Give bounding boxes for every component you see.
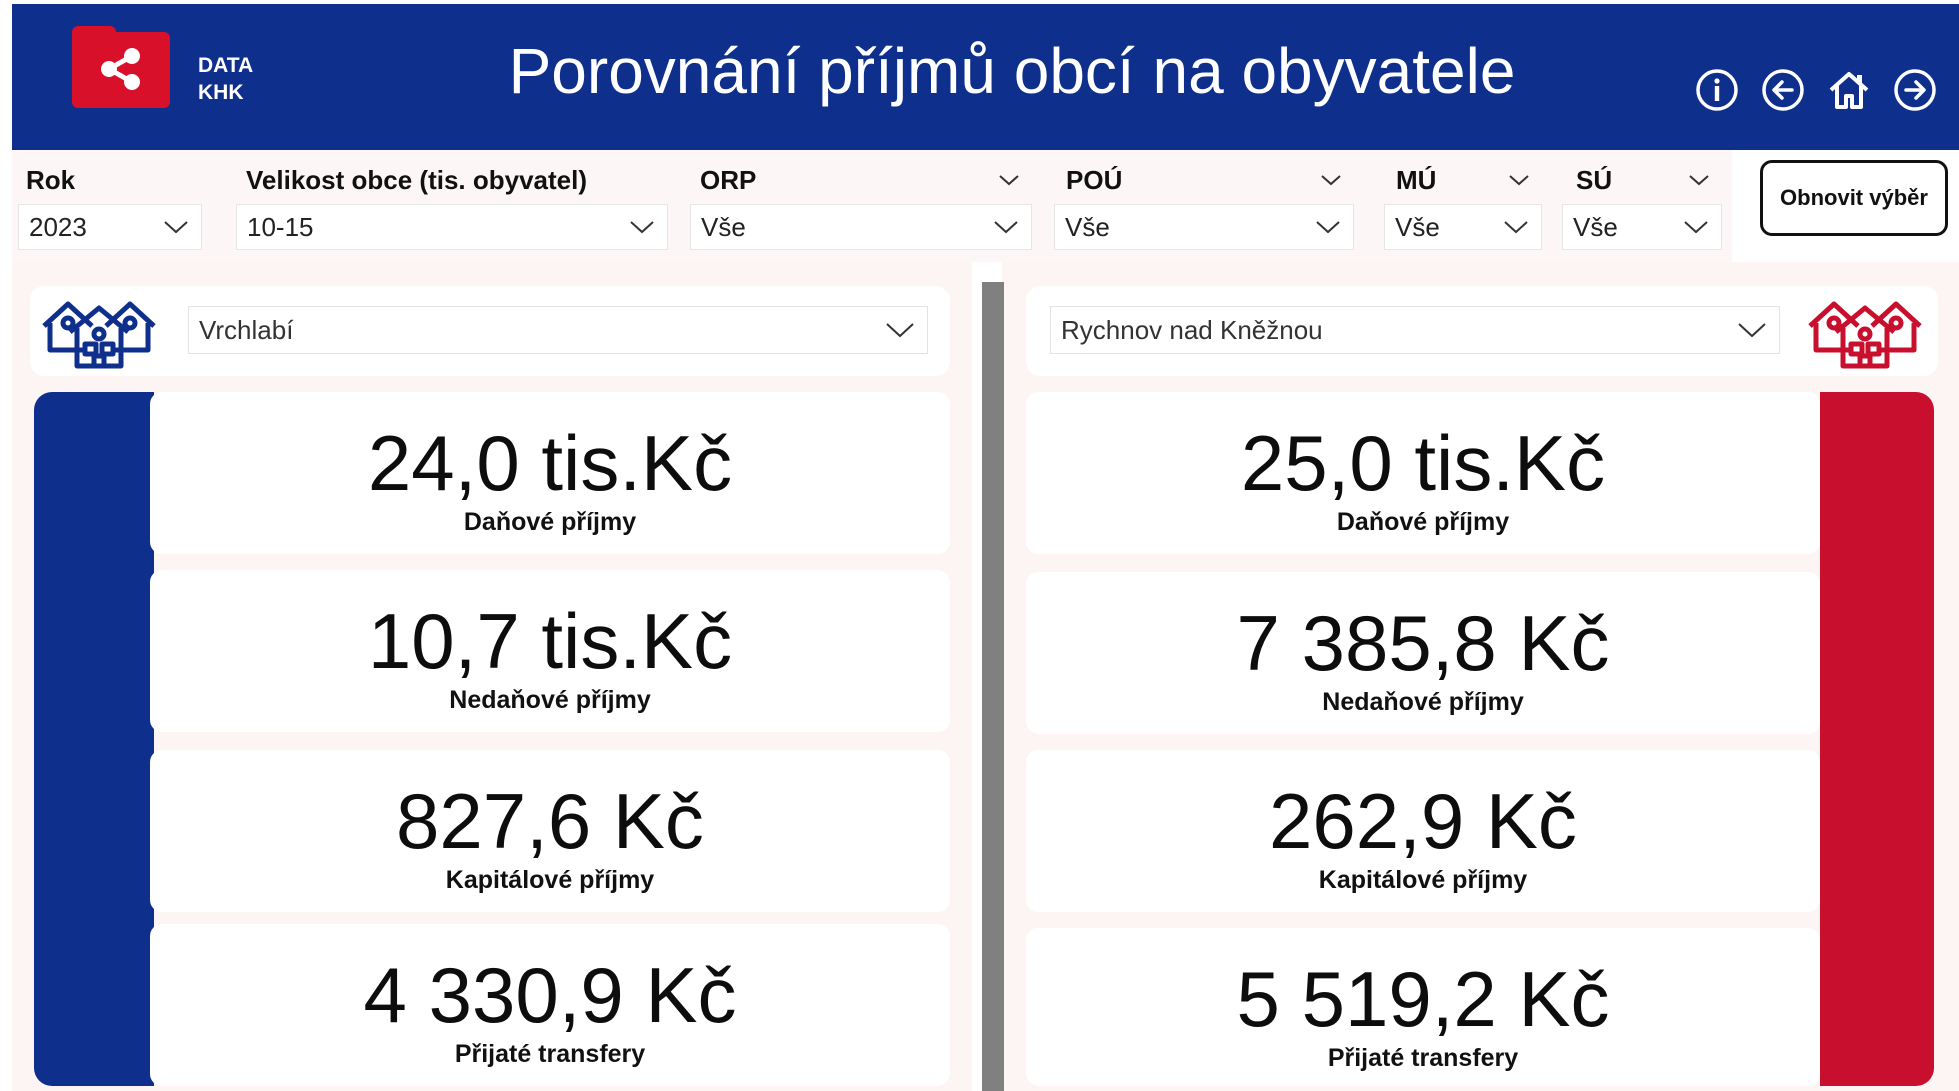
chevron-down-icon bbox=[999, 175, 1019, 186]
right-kpi-card: 7 385,8 Kč Nedaňové příjmy bbox=[1026, 572, 1820, 734]
filter-orp-label: ORP bbox=[700, 165, 757, 195]
filter-mu-label: MÚ bbox=[1396, 165, 1437, 195]
panel-divider bbox=[982, 282, 1004, 1091]
filter-su-header[interactable]: SÚ bbox=[1562, 162, 1722, 198]
chevron-down-icon bbox=[1689, 175, 1709, 186]
kpi-label: Přijaté transfery bbox=[1327, 1044, 1519, 1072]
logo-text-line1: DATA bbox=[198, 54, 254, 77]
houses-icon bbox=[42, 301, 156, 369]
right-kpi-card: 25,0 tis.Kč Daňové příjmy bbox=[1026, 392, 1820, 554]
left-accent-bar bbox=[34, 392, 154, 1086]
logo-text-line2: KHK bbox=[198, 81, 244, 104]
home-icon[interactable] bbox=[1825, 66, 1873, 114]
filter-orp-header[interactable]: ORP bbox=[686, 162, 1032, 198]
chevron-down-icon bbox=[1509, 175, 1529, 186]
kpi-value: 827,6 Kč bbox=[396, 777, 704, 865]
right-town-select[interactable]: Rychnov nad Kněžnou bbox=[1050, 306, 1780, 354]
kpi-value: 10,7 tis.Kč bbox=[367, 597, 733, 685]
kpi-value: 4 330,9 Kč bbox=[363, 951, 737, 1039]
filter-mu-value: Vše bbox=[1395, 212, 1440, 242]
chevron-down-icon bbox=[886, 323, 914, 338]
header-nav bbox=[1693, 66, 1939, 114]
left-kpi-card: 10,7 tis.Kč Nedaňové příjmy bbox=[150, 570, 950, 732]
kpi-value: 5 519,2 Kč bbox=[1236, 955, 1610, 1043]
right-town-value: Rychnov nad Kněžnou bbox=[1061, 315, 1323, 345]
filter-bar: Rok 2023 Velikost obce (tis. obyvatel) 1… bbox=[12, 150, 1732, 262]
kpi-value: 262,9 Kč bbox=[1269, 777, 1577, 865]
kpi-label: Nedaňové příjmy bbox=[449, 686, 651, 714]
left-town-select[interactable]: Vrchlabí bbox=[188, 306, 928, 354]
filter-pou-select[interactable]: Vše bbox=[1054, 204, 1354, 250]
chevron-down-icon bbox=[1738, 323, 1766, 338]
filter-velikost-select[interactable]: 10-15 bbox=[236, 204, 668, 250]
logo-text: DATA KHK bbox=[198, 52, 253, 106]
filter-su-select[interactable]: Vše bbox=[1562, 204, 1722, 250]
houses-icon bbox=[1808, 301, 1922, 369]
filter-velikost-value: 10-15 bbox=[247, 212, 314, 242]
chevron-down-icon bbox=[164, 221, 188, 234]
filter-pou: POÚ Vše bbox=[1052, 162, 1354, 250]
filter-rok: Rok 2023 bbox=[12, 162, 202, 250]
left-kpi-card: 827,6 Kč Kapitálové příjmy bbox=[150, 750, 950, 912]
filter-pou-label: POÚ bbox=[1066, 165, 1123, 195]
filter-su: SÚ Vše bbox=[1562, 162, 1722, 250]
kpi-label: Daňové příjmy bbox=[463, 508, 637, 536]
left-town-value: Vrchlabí bbox=[199, 315, 294, 345]
right-kpi-card: 5 519,2 Kč Přijaté transfery bbox=[1026, 928, 1820, 1086]
filter-pou-value: Vše bbox=[1065, 212, 1110, 242]
left-town-card: Vrchlabí bbox=[30, 286, 950, 376]
filter-mu-select[interactable]: Vše bbox=[1384, 204, 1542, 250]
kpi-value: 25,0 tis.Kč bbox=[1240, 419, 1606, 507]
chevron-down-icon bbox=[1504, 221, 1528, 234]
right-accent-bar bbox=[1820, 392, 1934, 1086]
chevron-down-icon bbox=[994, 221, 1018, 234]
chevron-down-icon bbox=[1684, 221, 1708, 234]
kpi-label: Kapitálové příjmy bbox=[1318, 866, 1528, 894]
kpi-label: Kapitálové příjmy bbox=[445, 866, 655, 894]
left-kpi-card: 4 330,9 Kč Přijaté transfery bbox=[150, 924, 950, 1086]
right-kpi-card: 262,9 Kč Kapitálové příjmy bbox=[1026, 750, 1820, 912]
info-icon[interactable] bbox=[1693, 66, 1741, 114]
arrow-left-icon[interactable] bbox=[1759, 66, 1807, 114]
filter-pou-header[interactable]: POÚ bbox=[1052, 162, 1354, 198]
share-folder-icon bbox=[72, 26, 170, 108]
filter-velikost: Velikost obce (tis. obyvatel) 10-15 bbox=[232, 162, 668, 250]
page-title: Porovnání příjmů obcí na obyvatele bbox=[508, 35, 1516, 107]
right-town-card: Rychnov nad Kněžnou bbox=[1026, 286, 1938, 376]
filter-orp-select[interactable]: Vše bbox=[690, 204, 1032, 250]
kpi-label: Nedaňové příjmy bbox=[1322, 688, 1524, 716]
kpi-label: Přijaté transfery bbox=[454, 1040, 646, 1068]
arrow-right-icon[interactable] bbox=[1891, 66, 1939, 114]
filter-su-value: Vše bbox=[1573, 212, 1618, 242]
kpi-value: 24,0 tis.Kč bbox=[367, 419, 733, 507]
left-kpi-card: 24,0 tis.Kč Daňové příjmy bbox=[150, 392, 950, 554]
filter-rok-value: 2023 bbox=[29, 212, 87, 242]
chevron-down-icon bbox=[630, 221, 654, 234]
data-khk-logo[interactable] bbox=[72, 26, 180, 112]
filter-mu: MÚ Vše bbox=[1382, 162, 1542, 250]
kpi-label: Daňové příjmy bbox=[1336, 508, 1510, 536]
filter-orp-value: Vše bbox=[701, 212, 746, 242]
filter-rok-select[interactable]: 2023 bbox=[18, 204, 202, 250]
filter-su-label: SÚ bbox=[1576, 165, 1613, 195]
filter-orp: ORP Vše bbox=[686, 162, 1032, 250]
filter-mu-header[interactable]: MÚ bbox=[1382, 162, 1542, 198]
header-bar: DATA KHK Porovnání příjmů obcí na obyvat… bbox=[12, 4, 1959, 150]
chevron-down-icon bbox=[1321, 175, 1341, 186]
filter-rok-label: Rok bbox=[26, 165, 76, 195]
chevron-down-icon bbox=[1316, 221, 1340, 234]
kpi-value: 7 385,8 Kč bbox=[1236, 599, 1610, 687]
reset-selection-button[interactable]: Obnovit výběr bbox=[1760, 160, 1948, 236]
filter-velikost-label: Velikost obce (tis. obyvatel) bbox=[246, 165, 587, 195]
